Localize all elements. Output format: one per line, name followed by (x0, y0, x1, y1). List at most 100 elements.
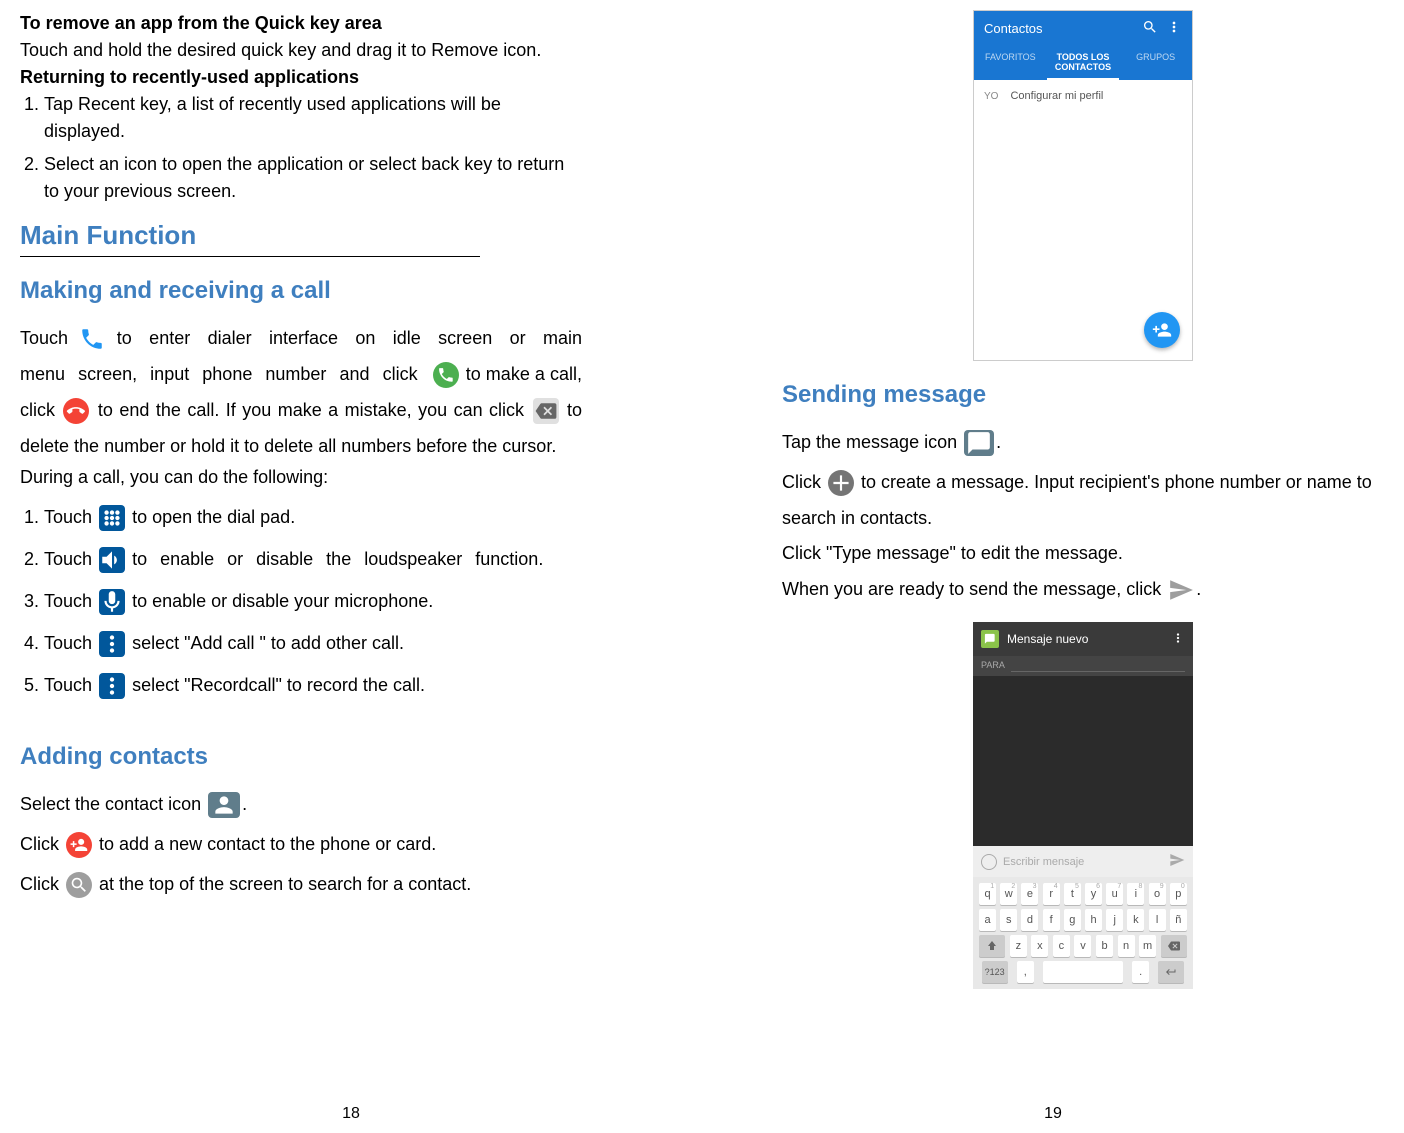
text-remove-app: Touch and hold the desired quick key and… (20, 37, 582, 64)
message-screenshot: Mensaje nuevo PARA Escribir mensaje q1w2… (973, 622, 1193, 989)
key-g[interactable]: g (1064, 909, 1081, 931)
more-icon (99, 631, 125, 657)
search-icon[interactable] (1142, 19, 1158, 38)
key-a[interactable]: a (979, 909, 996, 931)
symbols-key[interactable]: ?123 (982, 961, 1008, 983)
message-header-icon (981, 630, 999, 648)
list-item: Tap Recent key, a list of recently used … (44, 91, 582, 145)
compose-icon (828, 470, 854, 496)
list-item: Touch to enable or disable the loudspeak… (44, 541, 582, 577)
key-ñ[interactable]: ñ (1170, 909, 1187, 931)
text-type-message: Click "Type message" to edit the message… (782, 540, 1384, 567)
key-v[interactable]: v (1074, 935, 1091, 957)
key-l[interactable]: l (1149, 909, 1166, 931)
comma-key[interactable]: , (1017, 961, 1034, 983)
text-create-message: Click to create a message. Input recipie… (782, 464, 1384, 536)
tab-favoritos[interactable]: FAVORITOS (974, 46, 1047, 80)
key-c[interactable]: c (1053, 935, 1070, 957)
recipient-input[interactable] (1011, 660, 1185, 672)
tab-todos[interactable]: TODOS LOS CONTACTOS (1047, 46, 1120, 80)
key-x[interactable]: x (1031, 935, 1048, 957)
message-title: Mensaje nuevo (1007, 632, 1163, 646)
key-o[interactable]: o9 (1149, 883, 1166, 905)
tab-grupos[interactable]: GRUPOS (1119, 46, 1192, 80)
page-number: 19 (1044, 1105, 1062, 1123)
key-q[interactable]: q1 (979, 883, 996, 905)
contact-row-me[interactable]: YO Configurar mi perfil (974, 80, 1192, 112)
mic-icon (99, 589, 125, 615)
page-19: Contactos FAVORITOS TODOS LOS CONTACTOS … (702, 0, 1404, 1133)
key-r[interactable]: r4 (1043, 883, 1060, 905)
speaker-icon (99, 547, 125, 573)
message-appbar: Mensaje nuevo (973, 622, 1193, 656)
key-m[interactable]: m (1139, 935, 1156, 957)
text: Touch (20, 328, 77, 348)
text-search-contact: Click at the top of the screen to search… (20, 866, 582, 902)
more-icon[interactable] (1166, 19, 1182, 38)
key-d[interactable]: d (1021, 909, 1038, 931)
emoji-icon[interactable] (981, 854, 997, 870)
list-item: Touch to open the dial pad. (44, 499, 582, 535)
contacts-app-icon (208, 792, 240, 818)
send-icon (1168, 577, 1194, 603)
key-n[interactable]: n (1118, 935, 1135, 957)
key-b[interactable]: b (1096, 935, 1113, 957)
call-button-icon (433, 362, 459, 388)
message-input[interactable]: Escribir mensaje (1003, 856, 1163, 868)
key-y[interactable]: y6 (1085, 883, 1102, 905)
more-icon[interactable] (1171, 631, 1185, 648)
backspace-icon (533, 398, 559, 424)
key-s[interactable]: s (1000, 909, 1017, 931)
message-app-icon (964, 430, 994, 456)
text-send-message: When you are ready to send the message, … (782, 571, 1384, 607)
text-tap-message: Tap the message icon . (782, 424, 1384, 460)
backspace-key[interactable] (1161, 935, 1187, 957)
para-label: PARA (981, 660, 1005, 672)
heading-adding-contacts: Adding contacts (20, 743, 582, 771)
key-p[interactable]: p0 (1170, 883, 1187, 905)
contact-name: Configurar mi perfil (1010, 90, 1103, 102)
period-key[interactable]: . (1132, 961, 1149, 983)
space-key[interactable] (1043, 961, 1123, 983)
key-h[interactable]: h (1085, 909, 1102, 931)
enter-key[interactable] (1158, 961, 1184, 983)
more-icon (99, 673, 125, 699)
page-18: To remove an app from the Quick key area… (0, 0, 702, 1133)
phone-icon (79, 326, 105, 352)
keyboard[interactable]: q1w2e3r4t5y6u7i8o9p0 asdfghjklñ zxcvbnm … (973, 877, 1193, 989)
dialpad-icon (99, 505, 125, 531)
contacts-screenshot: Contactos FAVORITOS TODOS LOS CONTACTOS … (973, 10, 1193, 361)
add-contact-fab[interactable] (1144, 312, 1180, 348)
send-icon[interactable] (1169, 852, 1185, 871)
key-f[interactable]: f (1043, 909, 1060, 931)
contacts-tabs: FAVORITOS TODOS LOS CONTACTOS GRUPOS (974, 46, 1192, 80)
text: to end the call. If you make a mistake, … (98, 400, 531, 420)
text-add-contact: Click to add a new contact to the phone … (20, 826, 582, 862)
list-returning: Tap Recent key, a list of recently used … (20, 91, 582, 205)
list-item: Touch select "Add call " to add other ca… (44, 625, 582, 661)
key-u[interactable]: u7 (1106, 883, 1123, 905)
list-item: Select an icon to open the application o… (44, 151, 582, 205)
appbar-title: Contactos (984, 21, 1134, 36)
text-during-call: During a call, you can do the following: (20, 464, 582, 491)
section-label: YO (984, 91, 998, 102)
key-w[interactable]: w2 (1000, 883, 1017, 905)
key-i[interactable]: i8 (1127, 883, 1144, 905)
message-input-row: Escribir mensaje (973, 846, 1193, 877)
key-z[interactable]: z (1010, 935, 1027, 957)
heading-main-function: Main Function (20, 220, 480, 257)
contacts-appbar: Contactos (974, 11, 1192, 46)
heading-remove-app: To remove an app from the Quick key area (20, 10, 582, 37)
list-item: Touch select "Recordcall" to record the … (44, 667, 582, 703)
key-k[interactable]: k (1127, 909, 1144, 931)
list-item: Touch to enable or disable your micropho… (44, 583, 582, 619)
contacts-list: YO Configurar mi perfil (974, 80, 1192, 360)
key-e[interactable]: e3 (1021, 883, 1038, 905)
add-contact-icon (66, 832, 92, 858)
shift-key[interactable] (979, 935, 1005, 957)
heading-making-call: Making and receiving a call (20, 277, 582, 305)
recipient-row[interactable]: PARA (973, 656, 1193, 676)
heading-sending-message: Sending message (782, 381, 1384, 409)
key-j[interactable]: j (1106, 909, 1123, 931)
key-t[interactable]: t5 (1064, 883, 1081, 905)
